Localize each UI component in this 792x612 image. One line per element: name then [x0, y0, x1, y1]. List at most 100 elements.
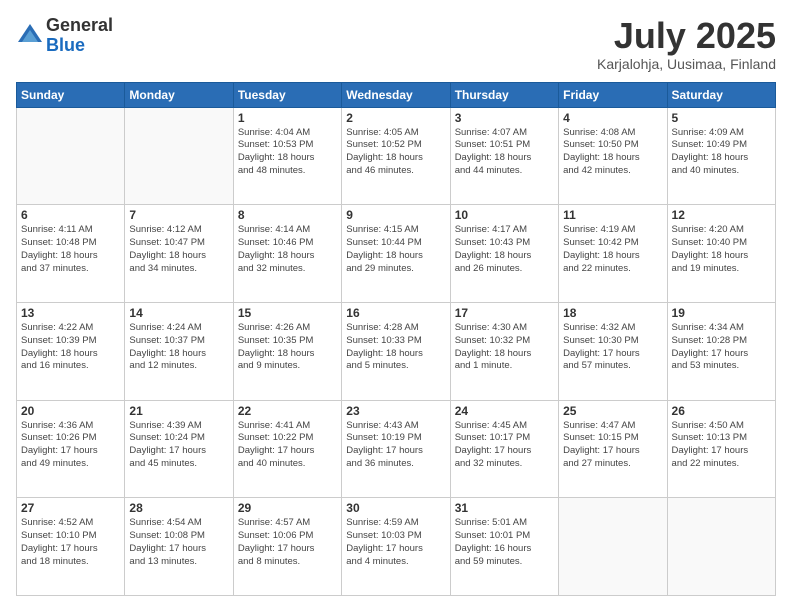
day-number: 28	[129, 501, 228, 515]
header: General Blue July 2025 Karjalohja, Uusim…	[16, 16, 776, 72]
day-info: Sunrise: 4:34 AM Sunset: 10:28 PM Daylig…	[672, 322, 771, 373]
calendar-cell: 9 Sunrise: 4:15 AM Sunset: 10:44 PM Dayli…	[342, 205, 450, 303]
day-number: 5	[672, 111, 771, 125]
title-block: July 2025 Karjalohja, Uusimaa, Finland	[597, 16, 776, 72]
calendar-cell: 12 Sunrise: 4:20 AM Sunset: 10:40 PM Dayl…	[667, 205, 775, 303]
day-number: 16	[346, 306, 445, 320]
calendar-cell: 28 Sunrise: 4:54 AM Sunset: 10:08 PM Dayl…	[125, 498, 233, 596]
weekday-header-thursday: Thursday	[450, 82, 558, 107]
day-number: 17	[455, 306, 554, 320]
day-info: Sunrise: 4:19 AM Sunset: 10:42 PM Daylig…	[563, 224, 662, 275]
calendar-cell: 24 Sunrise: 4:45 AM Sunset: 10:17 PM Dayl…	[450, 400, 558, 498]
calendar-cell: 27 Sunrise: 4:52 AM Sunset: 10:10 PM Dayl…	[17, 498, 125, 596]
day-number: 12	[672, 208, 771, 222]
logo-text: General Blue	[46, 16, 113, 56]
calendar-cell: 8 Sunrise: 4:14 AM Sunset: 10:46 PM Dayli…	[233, 205, 341, 303]
day-number: 4	[563, 111, 662, 125]
calendar-cell: 10 Sunrise: 4:17 AM Sunset: 10:43 PM Dayl…	[450, 205, 558, 303]
day-info: Sunrise: 4:20 AM Sunset: 10:40 PM Daylig…	[672, 224, 771, 275]
day-number: 27	[21, 501, 120, 515]
calendar-cell: 16 Sunrise: 4:28 AM Sunset: 10:33 PM Dayl…	[342, 302, 450, 400]
weekday-header-saturday: Saturday	[667, 82, 775, 107]
logo: General Blue	[16, 16, 113, 56]
day-info: Sunrise: 4:12 AM Sunset: 10:47 PM Daylig…	[129, 224, 228, 275]
day-number: 10	[455, 208, 554, 222]
day-number: 22	[238, 404, 337, 418]
day-info: Sunrise: 4:26 AM Sunset: 10:35 PM Daylig…	[238, 322, 337, 373]
day-number: 14	[129, 306, 228, 320]
calendar-cell	[667, 498, 775, 596]
day-info: Sunrise: 4:08 AM Sunset: 10:50 PM Daylig…	[563, 127, 662, 178]
day-info: Sunrise: 4:57 AM Sunset: 10:06 PM Daylig…	[238, 517, 337, 568]
calendar-cell: 23Sunrise: 4:43 AM Sunset: 10:19 PM Dayl…	[342, 400, 450, 498]
calendar-cell: 5 Sunrise: 4:09 AM Sunset: 10:49 PM Dayli…	[667, 107, 775, 205]
day-info: Sunrise: 4:45 AM Sunset: 10:17 PM Daylig…	[455, 420, 554, 471]
day-info: Sunrise: 4:09 AM Sunset: 10:49 PM Daylig…	[672, 127, 771, 178]
day-info: Sunrise: 4:50 AM Sunset: 10:13 PM Daylig…	[672, 420, 771, 471]
day-info: Sunrise: 4:43 AM Sunset: 10:19 PM Daylig…	[346, 420, 445, 471]
logo-general: General	[46, 15, 113, 35]
day-number: 29	[238, 501, 337, 515]
calendar-cell: 14Sunrise: 4:24 AM Sunset: 10:37 PM Dayl…	[125, 302, 233, 400]
calendar-cell: 13 Sunrise: 4:22 AM Sunset: 10:39 PM Dayl…	[17, 302, 125, 400]
calendar-cell: 2 Sunrise: 4:05 AM Sunset: 10:52 PM Dayli…	[342, 107, 450, 205]
day-info: Sunrise: 4:15 AM Sunset: 10:44 PM Daylig…	[346, 224, 445, 275]
calendar-cell: 31Sunrise: 5:01 AM Sunset: 10:01 PM Dayl…	[450, 498, 558, 596]
calendar-table: SundayMondayTuesdayWednesdayThursdayFrid…	[16, 82, 776, 596]
day-info: Sunrise: 4:14 AM Sunset: 10:46 PM Daylig…	[238, 224, 337, 275]
day-info: Sunrise: 4:05 AM Sunset: 10:52 PM Daylig…	[346, 127, 445, 178]
weekday-header-monday: Monday	[125, 82, 233, 107]
calendar-cell: 4 Sunrise: 4:08 AM Sunset: 10:50 PM Dayli…	[559, 107, 667, 205]
calendar-cell: 6 Sunrise: 4:11 AM Sunset: 10:48 PM Dayli…	[17, 205, 125, 303]
weekday-header-wednesday: Wednesday	[342, 82, 450, 107]
day-number: 21	[129, 404, 228, 418]
day-number: 25	[563, 404, 662, 418]
day-info: Sunrise: 4:59 AM Sunset: 10:03 PM Daylig…	[346, 517, 445, 568]
day-number: 3	[455, 111, 554, 125]
location: Karjalohja, Uusimaa, Finland	[597, 56, 776, 72]
day-number: 20	[21, 404, 120, 418]
day-number: 24	[455, 404, 554, 418]
calendar-cell: 17 Sunrise: 4:30 AM Sunset: 10:32 PM Dayl…	[450, 302, 558, 400]
logo-icon	[16, 22, 44, 50]
weekday-header-tuesday: Tuesday	[233, 82, 341, 107]
calendar-cell: 7 Sunrise: 4:12 AM Sunset: 10:47 PM Dayli…	[125, 205, 233, 303]
day-info: Sunrise: 4:11 AM Sunset: 10:48 PM Daylig…	[21, 224, 120, 275]
day-info: Sunrise: 4:52 AM Sunset: 10:10 PM Daylig…	[21, 517, 120, 568]
calendar-cell: 25 Sunrise: 4:47 AM Sunset: 10:15 PM Dayl…	[559, 400, 667, 498]
day-number: 8	[238, 208, 337, 222]
day-number: 13	[21, 306, 120, 320]
day-info: Sunrise: 4:17 AM Sunset: 10:43 PM Daylig…	[455, 224, 554, 275]
calendar-cell: 21Sunrise: 4:39 AM Sunset: 10:24 PM Dayl…	[125, 400, 233, 498]
calendar-cell: 18 Sunrise: 4:32 AM Sunset: 10:30 PM Dayl…	[559, 302, 667, 400]
calendar-cell: 22Sunrise: 4:41 AM Sunset: 10:22 PM Dayl…	[233, 400, 341, 498]
month-title: July 2025	[597, 16, 776, 56]
calendar-cell	[559, 498, 667, 596]
day-number: 11	[563, 208, 662, 222]
calendar-cell: 29 Sunrise: 4:57 AM Sunset: 10:06 PM Dayl…	[233, 498, 341, 596]
day-number: 7	[129, 208, 228, 222]
day-number: 1	[238, 111, 337, 125]
day-number: 9	[346, 208, 445, 222]
day-number: 18	[563, 306, 662, 320]
day-number: 2	[346, 111, 445, 125]
calendar-cell	[17, 107, 125, 205]
day-number: 26	[672, 404, 771, 418]
logo-blue: Blue	[46, 35, 85, 55]
day-info: Sunrise: 4:47 AM Sunset: 10:15 PM Daylig…	[563, 420, 662, 471]
day-number: 6	[21, 208, 120, 222]
day-info: Sunrise: 4:30 AM Sunset: 10:32 PM Daylig…	[455, 322, 554, 373]
day-number: 15	[238, 306, 337, 320]
calendar-cell: 30 Sunrise: 4:59 AM Sunset: 10:03 PM Dayl…	[342, 498, 450, 596]
calendar-cell	[125, 107, 233, 205]
calendar-cell: 20 Sunrise: 4:36 AM Sunset: 10:26 PM Dayl…	[17, 400, 125, 498]
day-number: 30	[346, 501, 445, 515]
day-info: Sunrise: 4:32 AM Sunset: 10:30 PM Daylig…	[563, 322, 662, 373]
calendar-cell: 15 Sunrise: 4:26 AM Sunset: 10:35 PM Dayl…	[233, 302, 341, 400]
day-info: Sunrise: 4:22 AM Sunset: 10:39 PM Daylig…	[21, 322, 120, 373]
day-info: Sunrise: 4:54 AM Sunset: 10:08 PM Daylig…	[129, 517, 228, 568]
day-info: Sunrise: 4:36 AM Sunset: 10:26 PM Daylig…	[21, 420, 120, 471]
day-info: Sunrise: 4:28 AM Sunset: 10:33 PM Daylig…	[346, 322, 445, 373]
calendar-cell: 3Sunrise: 4:07 AM Sunset: 10:51 PM Dayli…	[450, 107, 558, 205]
weekday-header-sunday: Sunday	[17, 82, 125, 107]
